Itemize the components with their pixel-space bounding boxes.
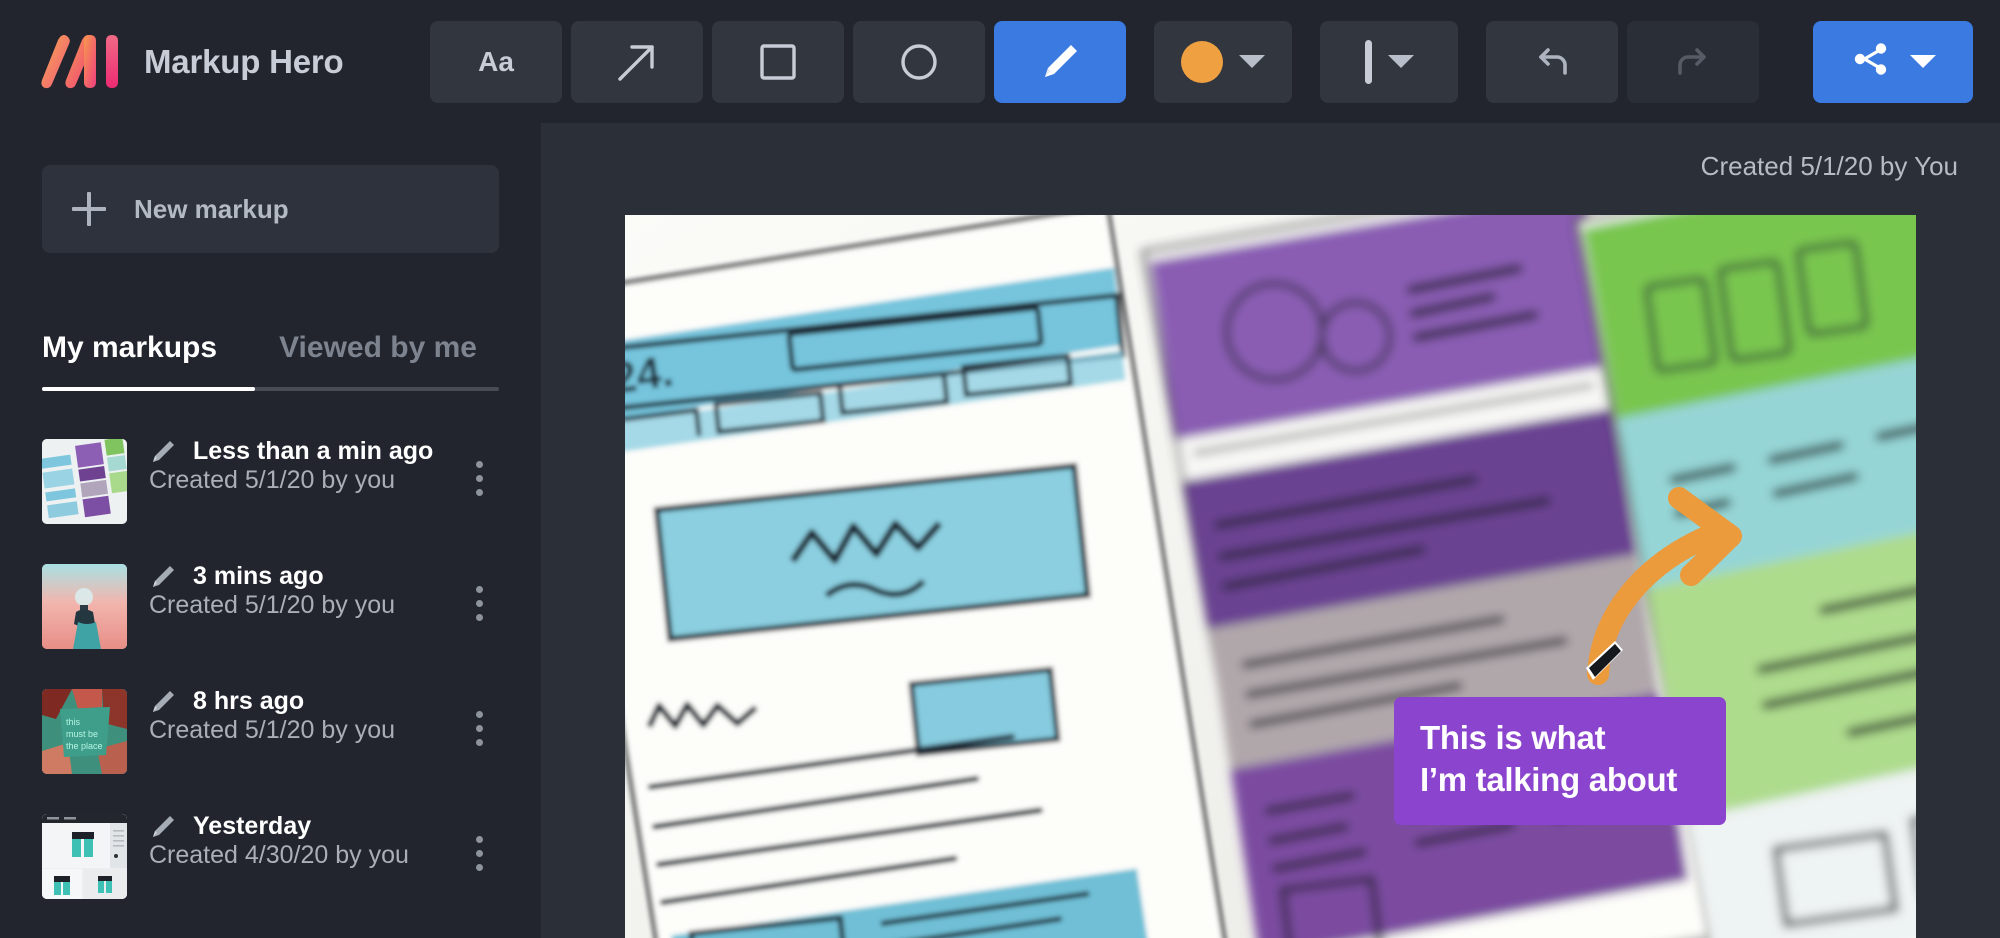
list-item-subtitle: Created 5/1/20 by you	[149, 716, 395, 744]
markup-hero-app: Markup Hero Aa New markup My markups Vie…	[0, 0, 2000, 938]
list-item-title-row: Yesterday	[149, 812, 437, 841]
kebab-menu-icon[interactable]	[459, 685, 499, 746]
thumbnail-watercolor-wireframe-sketch	[42, 439, 127, 524]
list-item-main: Yesterday Created 4/30/20 by you	[149, 810, 437, 870]
list-item-main: 3 mins ago Created 5/1/20 by you	[149, 560, 437, 620]
list-item-subtitle: Created 5/1/20 by you	[149, 466, 395, 494]
color-swatch-icon	[1181, 40, 1223, 83]
rectangle-tool-button[interactable]	[712, 20, 844, 103]
main-body: New markup My markups Viewed by me Less …	[0, 123, 2000, 938]
share-button[interactable]	[1813, 20, 1973, 103]
list-item-main: 8 hrs ago Created 5/1/20 by you	[149, 685, 437, 745]
chevron-down-icon	[1239, 55, 1265, 68]
undo-icon	[1529, 39, 1575, 85]
svg-text:this: this	[66, 717, 81, 727]
kebab-menu-icon[interactable]	[459, 560, 499, 621]
tab-my-markups[interactable]: My markups	[42, 331, 217, 369]
new-markup-label: New markup	[134, 193, 289, 224]
list-item-main: Less than a min ago Created 5/1/20 by yo…	[149, 435, 437, 495]
list-item-title: Less than a min ago	[193, 437, 434, 465]
thumbnail-hand-holding-lightbulb	[42, 564, 127, 649]
pencil-icon	[149, 438, 177, 466]
pen-tool-button[interactable]	[994, 20, 1126, 103]
stroke-width-icon	[1364, 39, 1372, 84]
share-icon	[1850, 38, 1892, 85]
redo-button[interactable]	[1627, 20, 1759, 103]
top-toolbar: Markup Hero Aa	[0, 0, 2000, 123]
new-markup-button[interactable]: New markup	[42, 165, 499, 253]
chevron-down-icon	[1910, 55, 1936, 68]
markup-hero-logo-icon	[40, 33, 122, 91]
undo-button[interactable]	[1486, 20, 1618, 103]
brand-name: Markup Hero	[144, 42, 344, 80]
pencil-icon	[149, 688, 177, 716]
annotation-line-2: I’m talking about	[1420, 761, 1678, 799]
ellipse-tool-icon	[898, 41, 940, 83]
list-item-title-row: 8 hrs ago	[149, 687, 437, 716]
kebab-menu-icon[interactable]	[459, 435, 499, 496]
tab-viewed-by-me[interactable]: Viewed by me	[279, 331, 477, 369]
list-item[interactable]: Yesterday Created 4/30/20 by you	[42, 796, 499, 921]
pencil-icon	[149, 813, 177, 841]
thumbnail-neon-sign: this must be the place	[42, 689, 127, 774]
text-tool-button[interactable]: Aa	[430, 20, 562, 103]
sidebar-tabs: My markups Viewed by me	[42, 331, 499, 391]
thumbnail-gallery-room	[42, 814, 127, 899]
list-item-title-row: Less than a min ago	[149, 437, 437, 466]
markup-image[interactable]: 24.	[625, 215, 1916, 938]
list-item-subtitle: Created 4/30/20 by you	[149, 841, 409, 869]
sidebar: New markup My markups Viewed by me Less …	[0, 123, 541, 938]
canvas-area: Created 5/1/20 by You 24. This is what I…	[541, 123, 2000, 938]
svg-text:24.: 24.	[625, 346, 676, 403]
ellipse-tool-button[interactable]	[853, 20, 985, 103]
brand[interactable]: Markup Hero	[40, 33, 430, 91]
svg-text:the place: the place	[66, 741, 103, 751]
markup-list: Less than a min ago Created 5/1/20 by yo…	[42, 421, 499, 921]
chevron-down-icon	[1387, 55, 1414, 68]
arrow-tool-icon	[614, 39, 660, 85]
redo-icon	[1670, 39, 1716, 85]
list-item-title: 3 mins ago	[193, 562, 324, 590]
arrow-tool-button[interactable]	[571, 20, 703, 103]
list-item-subtitle: Created 5/1/20 by you	[149, 591, 395, 619]
tabs-underline-active	[42, 387, 255, 391]
rectangle-tool-icon	[758, 42, 798, 82]
annotation-line-1: This is what	[1420, 719, 1606, 756]
text-tool-icon: Aa	[478, 45, 514, 77]
svg-text:must be: must be	[66, 729, 98, 739]
list-item[interactable]: 3 mins ago Created 5/1/20 by you	[42, 546, 499, 671]
color-picker-button[interactable]	[1154, 20, 1292, 103]
list-item-title: 8 hrs ago	[193, 687, 305, 715]
list-item-title-row: 3 mins ago	[149, 562, 437, 591]
annotation-text-box[interactable]: This is what I’m talking about	[1394, 697, 1726, 826]
list-item[interactable]: Less than a min ago Created 5/1/20 by yo…	[42, 421, 499, 546]
plus-icon	[72, 192, 106, 226]
list-item-title: Yesterday	[193, 812, 312, 840]
list-item[interactable]: this must be the place 8 hrs ago Created…	[42, 671, 499, 796]
kebab-menu-icon[interactable]	[459, 810, 499, 871]
created-by-label: Created 5/1/20 by You	[1700, 151, 1958, 181]
pencil-icon	[149, 563, 177, 591]
tool-group: Aa	[430, 20, 2000, 103]
pen-tool-icon	[1038, 40, 1082, 84]
stroke-width-button[interactable]	[1320, 20, 1458, 103]
